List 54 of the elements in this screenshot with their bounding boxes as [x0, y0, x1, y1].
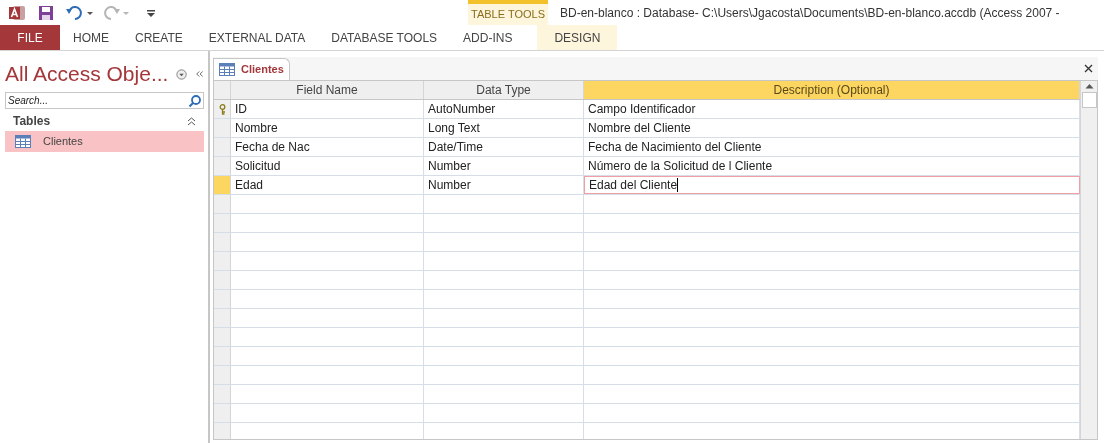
table-cell: AutoNumber — [424, 100, 584, 118]
table-cell: Edad — [231, 176, 424, 194]
table-cell: ID — [231, 100, 424, 118]
vertical-scrollbar[interactable] — [1080, 81, 1097, 439]
key-icon — [218, 103, 226, 115]
ribbon-tab[interactable]: EXTERNAL DATA — [195, 25, 319, 50]
column-header[interactable]: Description (Optional) — [584, 81, 1080, 99]
scroll-up-icon[interactable] — [1084, 83, 1094, 89]
app-logo-icon[interactable] — [8, 3, 26, 22]
empty-table-row[interactable] — [214, 290, 1080, 309]
document-tab[interactable]: Clientes — [213, 58, 290, 80]
empty-table-row[interactable] — [214, 233, 1080, 252]
customize-icon[interactable] — [146, 7, 156, 18]
group-header[interactable]: Tables — [5, 111, 204, 131]
save-icon[interactable] — [38, 4, 54, 21]
empty-table-row[interactable] — [214, 366, 1080, 385]
ribbon-tab[interactable]: ADD-INS — [450, 25, 526, 50]
navigation-item[interactable]: Clientes — [5, 131, 204, 152]
empty-table-row[interactable] — [214, 271, 1080, 290]
close-icon[interactable] — [1084, 64, 1093, 73]
text-cursor — [677, 178, 679, 192]
editing-cell[interactable]: Edad del Cliente — [584, 176, 1080, 194]
table-cell: Number — [424, 176, 584, 194]
navigation-pane-title: All Access Obje... — [5, 61, 169, 88]
empty-table-row[interactable] — [214, 328, 1080, 347]
scrollbar-thumb[interactable] — [1081, 92, 1097, 108]
empty-table-row[interactable] — [214, 252, 1080, 271]
undo-icon[interactable] — [66, 4, 84, 21]
empty-table-row[interactable] — [214, 347, 1080, 366]
empty-table-row[interactable] — [214, 423, 1080, 439]
empty-table-row[interactable] — [214, 404, 1080, 423]
table-cell: Long Text — [424, 119, 584, 137]
dropdown-icon[interactable] — [176, 67, 188, 81]
collapse-icon[interactable] — [195, 69, 204, 79]
file-tab[interactable]: FILE — [0, 25, 60, 50]
contextual-group-title: TABLE TOOLS — [471, 7, 545, 23]
ribbon-tab[interactable]: HOME — [60, 25, 122, 50]
empty-table-row[interactable] — [214, 385, 1080, 404]
collapse-chevron-icon[interactable] — [187, 116, 196, 126]
empty-table-row[interactable] — [214, 214, 1080, 233]
table-cell: Nombre — [231, 119, 424, 137]
ribbon-tab[interactable]: DATABASE TOOLS — [318, 25, 451, 50]
row-selector[interactable] — [214, 100, 231, 118]
ribbon-tab[interactable]: DESIGN — [537, 25, 618, 50]
table-cell: Fecha de Nac — [231, 138, 424, 156]
ribbon-tab[interactable]: CREATE — [122, 25, 196, 50]
window-title: BD-en-blanco : Database- C:\Users\Jgacosta\Documents\BD-en-blanco.accdb (Access 2007 - — [560, 4, 1060, 22]
table-cell: Number — [424, 157, 584, 175]
table-cell: Date/Time — [424, 138, 584, 156]
empty-table-row[interactable] — [214, 195, 1080, 214]
table-icon — [15, 135, 31, 148]
table-cell: Solicitud — [231, 157, 424, 175]
empty-table-row[interactable] — [214, 309, 1080, 328]
table-icon — [219, 63, 235, 76]
